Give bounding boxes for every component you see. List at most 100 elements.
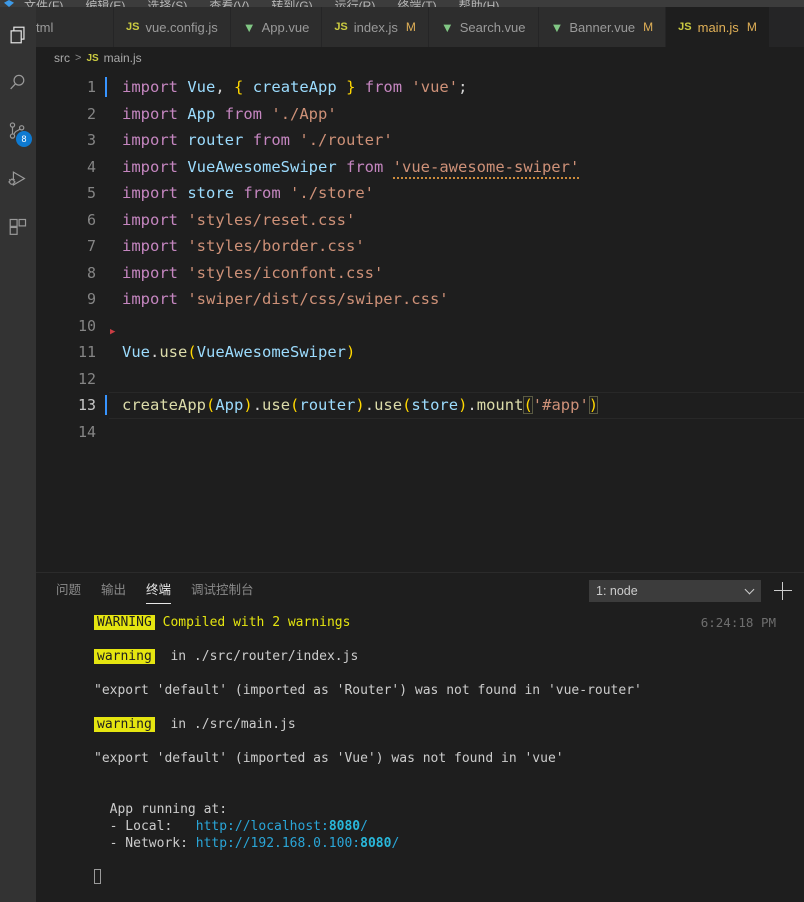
tab-vue-config-js[interactable]: JS vue.config.js — [114, 7, 231, 47]
code-text: import router from './router' — [122, 131, 393, 149]
panel-tab-problems[interactable]: 问题 — [56, 573, 81, 608]
tab-label: main.js — [697, 19, 739, 35]
code-line: 10 — [36, 313, 804, 340]
menu-item-5[interactable]: 运行(R) — [335, 0, 376, 7]
activity-search[interactable] — [0, 59, 36, 107]
line-number: 6 — [86, 210, 96, 229]
menu-item-3[interactable]: 查看(V) — [209, 0, 249, 7]
tab-search-vue[interactable]: ▼ Search.vue — [428, 7, 539, 47]
activity-source-control[interactable]: 8 — [0, 107, 36, 155]
code-text: createApp(App).use(router).use(store).mo… — [122, 396, 599, 414]
code-text: import 'styles/border.css' — [122, 237, 365, 255]
gutter-gap — [96, 286, 122, 313]
code-line: 6 import 'styles/reset.css' — [36, 207, 804, 234]
terminal-line: - Network: http://192.168.0.100:8080/ — [44, 835, 804, 852]
code-text: import 'styles/iconfont.css' — [122, 263, 384, 282]
local-url-suffix[interactable]: / — [360, 819, 368, 834]
tab-main-js[interactable]: JS main.js M — [666, 7, 770, 47]
line-number: 9 — [86, 290, 96, 308]
chevron-right-icon: > — [75, 52, 82, 64]
menu-item-7[interactable]: 帮助(H) — [459, 0, 500, 7]
code-line: 14 — [36, 419, 804, 446]
tab-label: tml — [36, 19, 54, 35]
tab-label: App.vue — [261, 19, 310, 35]
js-file-icon: JS — [678, 21, 692, 33]
warning-badge: WARNING — [94, 615, 155, 630]
activity-extensions[interactable] — [0, 203, 36, 251]
code-line-active: 13 createApp(App).use(router).use(store)… — [36, 392, 804, 419]
gutter-gap — [96, 419, 122, 446]
tab-index-html[interactable]: tml — [36, 7, 114, 47]
terminal-text: - Local: — [94, 819, 196, 834]
run-debug-icon — [7, 168, 29, 190]
line-number: 8 — [86, 263, 96, 282]
editor-tab-bar: tml JS vue.config.js ▼ App.vue JS index.… — [36, 7, 804, 47]
terminal-line: warning in ./src/router/index.js — [44, 648, 804, 665]
vue-file-icon: ▼ — [550, 19, 564, 35]
tab-modified-badge: M — [405, 20, 416, 34]
tab-modified-badge: M — [746, 20, 757, 34]
code-text: import 'styles/reset.css' — [122, 210, 356, 229]
tab-banner-vue[interactable]: ▼ Banner.vue M — [538, 7, 667, 47]
new-terminal-button[interactable] — [770, 578, 796, 604]
panel-tab-output[interactable]: 输出 — [101, 573, 126, 608]
code-line: 2 import App from './App' — [36, 101, 804, 128]
code-line: 11 ▶ Vue.use(VueAwesomeSwiper) — [36, 328, 804, 366]
line-number: 1 — [86, 78, 96, 96]
tab-app-vue[interactable]: ▼ App.vue — [230, 7, 323, 47]
menu-item-1[interactable]: 编辑(E) — [85, 0, 125, 7]
network-url[interactable]: http://192.168.0.100: — [196, 836, 360, 851]
code-text: import Vue, { createApp } from 'vue'; — [122, 78, 468, 96]
extensions-icon — [7, 216, 29, 238]
tab-index-js[interactable]: JS index.js M — [322, 7, 429, 47]
terminal-line: App running at: — [94, 802, 228, 817]
code-line: 4 import VueAwesomeSwiper from 'vue-awes… — [36, 154, 804, 181]
gutter-gap — [96, 392, 122, 419]
gutter-gap — [96, 154, 122, 181]
panel-tab-terminal[interactable]: 终端 — [146, 573, 172, 608]
source-control-badge: 8 — [16, 131, 32, 147]
line-number: 4 — [86, 157, 96, 176]
breadcrumb-file[interactable]: main.js — [104, 51, 142, 65]
gutter-gap — [96, 101, 122, 128]
gutter-gap — [96, 74, 122, 101]
panel-tab-debug-console[interactable]: 调试控制台 — [191, 573, 254, 608]
js-file-icon: JS — [334, 21, 348, 33]
network-url-suffix[interactable]: / — [391, 836, 399, 851]
editor-area: tml JS vue.config.js ▼ App.vue JS index.… — [36, 7, 804, 902]
terminal-selector[interactable]: 1: node — [589, 579, 761, 602]
local-url[interactable]: http://localhost: — [196, 819, 329, 834]
gutter-gap — [96, 207, 122, 234]
code-text: import App from './App' — [122, 104, 337, 123]
activity-explorer[interactable] — [0, 11, 36, 59]
tab-label: Search.vue — [459, 19, 526, 35]
menu-item-2[interactable]: 选择(S) — [147, 0, 187, 7]
line-number: 3 — [86, 131, 96, 149]
terminal-line: WARNING Compiled with 2 warnings — [44, 614, 804, 631]
code-editor[interactable]: 1 import Vue, { createApp } from 'vue'; … — [36, 69, 804, 572]
panel-tabs: 问题 输出 终端 调试控制台 — [56, 573, 254, 608]
network-url-port[interactable]: 8080 — [360, 836, 391, 851]
line-number: 14 — [77, 422, 96, 441]
vscode-logo-icon — [4, 0, 14, 7]
menu-item-6[interactable]: 终端(T) — [397, 0, 436, 7]
breadcrumb[interactable]: src > JS main.js — [36, 47, 804, 69]
gutter-gap — [96, 233, 122, 260]
menu-item-4[interactable]: 转到(G) — [271, 0, 312, 7]
code-line: 5 import store from './store' — [36, 180, 804, 207]
terminal-output[interactable]: 6:24:18 PM WARNING Compiled with 2 warni… — [36, 608, 804, 902]
local-url-port[interactable]: 8080 — [329, 819, 360, 834]
line-number: 7 — [86, 237, 96, 255]
terminal-selector-value: 1: node — [596, 583, 638, 598]
terminal-text: in ./src/main.js — [154, 717, 296, 732]
js-file-icon: JS — [86, 52, 99, 64]
terminal-text: - Network: — [94, 836, 196, 851]
menu-item-0[interactable]: 文件(F) — [24, 0, 63, 7]
activity-run-debug[interactable] — [0, 155, 36, 203]
breadcrumb-folder[interactable]: src — [54, 51, 70, 65]
tab-modified-badge: M — [643, 20, 654, 34]
